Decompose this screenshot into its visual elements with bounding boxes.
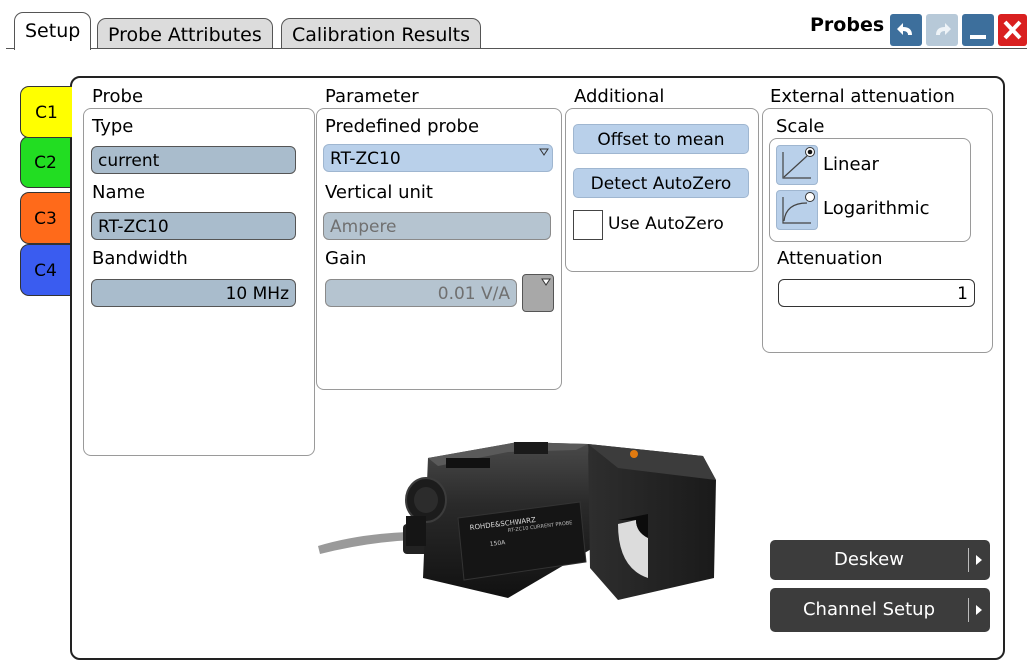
window-title: Probes (810, 14, 885, 36)
channel-setup-divider (968, 598, 969, 622)
close-button[interactable] (998, 14, 1027, 46)
logarithmic-radio[interactable] (776, 190, 818, 230)
minimize-icon (970, 35, 986, 39)
vertical-unit-label: Vertical unit (325, 182, 433, 203)
dropdown-arrow-icon (539, 148, 549, 156)
external-attenuation-heading: External attenuation (770, 86, 955, 107)
vertical-unit-field: Ampere (323, 212, 551, 240)
probe-image: ROHDE&SCHWARZ RT-ZC10 CURRENT PROBE 150A (318, 442, 716, 600)
use-autozero-label: Use AutoZero (608, 214, 724, 234)
linear-radio[interactable] (776, 145, 818, 185)
undo-button[interactable] (890, 14, 922, 46)
parameter-heading: Parameter (325, 86, 419, 107)
deskew-label: Deskew (834, 549, 904, 570)
minimize-button[interactable] (962, 14, 994, 46)
linear-label: Linear (823, 154, 879, 175)
gain-label: Gain (325, 248, 367, 269)
deskew-button[interactable]: Deskew (770, 540, 990, 580)
attenuation-label: Attenuation (777, 248, 883, 269)
gain-field: 0.01 V/A (325, 279, 517, 307)
scale-label: Scale (776, 116, 825, 137)
undo-icon (897, 23, 912, 35)
predefined-probe-label: Predefined probe (325, 116, 480, 137)
redo-button[interactable] (926, 14, 958, 46)
predefined-probe-value: RT-ZC10 (330, 149, 401, 169)
dropdown-arrow-icon (541, 278, 551, 286)
tab-probe-attributes[interactable]: Probe Attributes (97, 18, 273, 48)
predefined-probe-select[interactable]: RT-ZC10 (323, 144, 553, 172)
name-label: Name (92, 182, 146, 203)
logarithmic-label: Logarithmic (823, 198, 930, 219)
linear-scale-icon (782, 147, 815, 179)
redo-icon (936, 23, 951, 35)
channel-tab-c4[interactable]: C4 (20, 244, 70, 296)
channel-tab-c3[interactable]: C3 (20, 192, 70, 244)
probe-heading: Probe (92, 86, 144, 107)
attenuation-input[interactable]: 1 (778, 279, 975, 307)
channel-tab-c2[interactable]: C2 (20, 136, 70, 188)
use-autozero-checkbox[interactable] (573, 210, 603, 240)
name-field[interactable]: RT-ZC10 (91, 212, 296, 240)
tab-setup[interactable]: Setup (14, 12, 92, 50)
gain-dropdown-button[interactable] (522, 274, 554, 312)
offset-to-mean-button[interactable]: Offset to mean (573, 124, 749, 154)
channel-setup-label: Channel Setup (802, 599, 935, 620)
detect-autozero-button[interactable]: Detect AutoZero (573, 168, 749, 198)
type-label: Type (92, 116, 134, 137)
channel-setup-button[interactable]: Channel Setup (770, 588, 990, 632)
close-icon (1003, 20, 1022, 40)
additional-heading: Additional (574, 86, 665, 107)
logarithmic-scale-icon (782, 192, 815, 224)
chevron-right-icon (976, 605, 982, 615)
type-field: current (91, 146, 296, 174)
deskew-divider (968, 548, 969, 572)
chevron-right-icon (976, 555, 982, 565)
channel-tab-c1[interactable]: C1 (20, 86, 72, 138)
bandwidth-label: Bandwidth (92, 248, 188, 269)
bandwidth-field: 10 MHz (91, 279, 296, 307)
tab-calibration-results[interactable]: Calibration Results (281, 18, 482, 48)
